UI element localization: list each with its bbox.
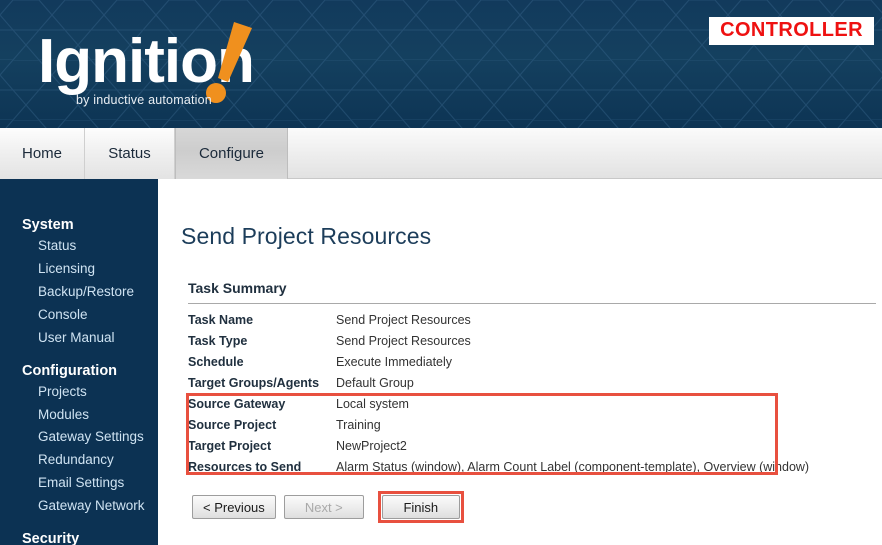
sidebar-group-configuration: Configuration Projects Modules Gateway S… <box>0 363 158 519</box>
sidebar-item-user-manual[interactable]: User Manual <box>0 327 158 350</box>
sidebar-group-security: Security Users, Roles Auditing <box>0 531 158 545</box>
table-row: Source Project Training <box>188 415 878 436</box>
sidebar-item-email-settings[interactable]: Email Settings <box>0 472 158 495</box>
table-row: Schedule Execute Immediately <box>188 352 878 373</box>
tab-home[interactable]: Home <box>0 128 85 179</box>
row-label: Source Project <box>188 418 277 432</box>
table-row: Target Groups/Agents Default Group <box>188 373 878 394</box>
row-value: NewProject2 <box>336 439 407 453</box>
page-title: Send Project Resources <box>181 223 432 249</box>
table-row: Resources to Send Alarm Status (window),… <box>188 457 878 478</box>
row-label: Resources to Send <box>188 460 302 474</box>
sidebar-item-modules[interactable]: Modules <box>0 404 158 427</box>
finish-button[interactable]: Finish <box>381 495 460 519</box>
tab-status[interactable]: Status <box>85 128 175 179</box>
row-label: Source Gateway <box>188 397 286 411</box>
row-value: Execute Immediately <box>336 355 453 369</box>
section-divider <box>188 303 876 304</box>
sidebar-heading-system: System <box>22 217 74 233</box>
svg-text:by inductive automation: by inductive automation <box>76 93 212 107</box>
sidebar-item-redundancy[interactable]: Redundancy <box>0 449 158 472</box>
sidebar-item-gateway-settings[interactable]: Gateway Settings <box>0 426 158 449</box>
table-row: Task Type Send Project Resources <box>188 331 878 352</box>
table-row: Source Gateway Local system <box>188 394 878 415</box>
main-nav-tabs: Home Status Configure <box>0 128 882 179</box>
sidebar-item-gateway-network[interactable]: Gateway Network <box>0 495 158 518</box>
row-label: Task Type <box>188 334 248 348</box>
sidebar-group-system: System Status Licensing Backup/Restore C… <box>0 217 158 350</box>
page-header: Ignition by inductive automation CONTROL… <box>0 0 882 128</box>
sidebar-heading-configuration: Configuration <box>22 362 118 379</box>
task-summary-heading: Task Summary <box>188 280 287 296</box>
row-value: Send Project Resources <box>336 334 471 348</box>
ignition-logo[interactable]: Ignition by inductive automation <box>38 20 278 112</box>
table-row: Task Name Send Project Resources <box>188 310 878 331</box>
sidebar-item-status[interactable]: Status <box>0 235 158 258</box>
row-label: Task Name <box>188 313 254 327</box>
controller-badge: CONTROLLER <box>709 17 874 45</box>
row-label: Target Project <box>188 439 272 453</box>
sidebar-item-licensing[interactable]: Licensing <box>0 258 158 281</box>
task-summary-table: Task Name Send Project Resources Task Ty… <box>188 310 878 478</box>
next-button: Next > <box>283 495 364 519</box>
row-label: Schedule <box>188 355 244 369</box>
main-content: Send Project Resources Task Summary Task… <box>158 179 882 545</box>
row-value: Alarm Status (window), Alarm Count Label… <box>336 460 810 474</box>
sidebar-item-console[interactable]: Console <box>0 304 158 327</box>
wizard-button-bar: < Previous Next > Finish <box>192 491 464 523</box>
tab-configure[interactable]: Configure <box>175 128 288 179</box>
sidebar-item-backup-restore[interactable]: Backup/Restore <box>0 281 158 304</box>
row-value: Default Group <box>336 376 414 390</box>
row-value: Training <box>336 418 381 432</box>
row-label: Target Groups/Agents <box>188 376 320 390</box>
table-row: Target Project NewProject2 <box>188 436 878 457</box>
sidebar-item-projects[interactable]: Projects <box>0 381 158 404</box>
row-value: Send Project Resources <box>336 313 471 327</box>
row-value: Local system <box>336 397 409 411</box>
sidebar-heading-security: Security <box>22 531 80 545</box>
sidebar-nav: System Status Licensing Backup/Restore C… <box>0 179 158 545</box>
finish-button-highlight: Finish <box>377 491 464 523</box>
gateway-web-page: Ignition by inductive automation CONTROL… <box>0 0 882 545</box>
previous-button[interactable]: < Previous <box>192 495 276 519</box>
